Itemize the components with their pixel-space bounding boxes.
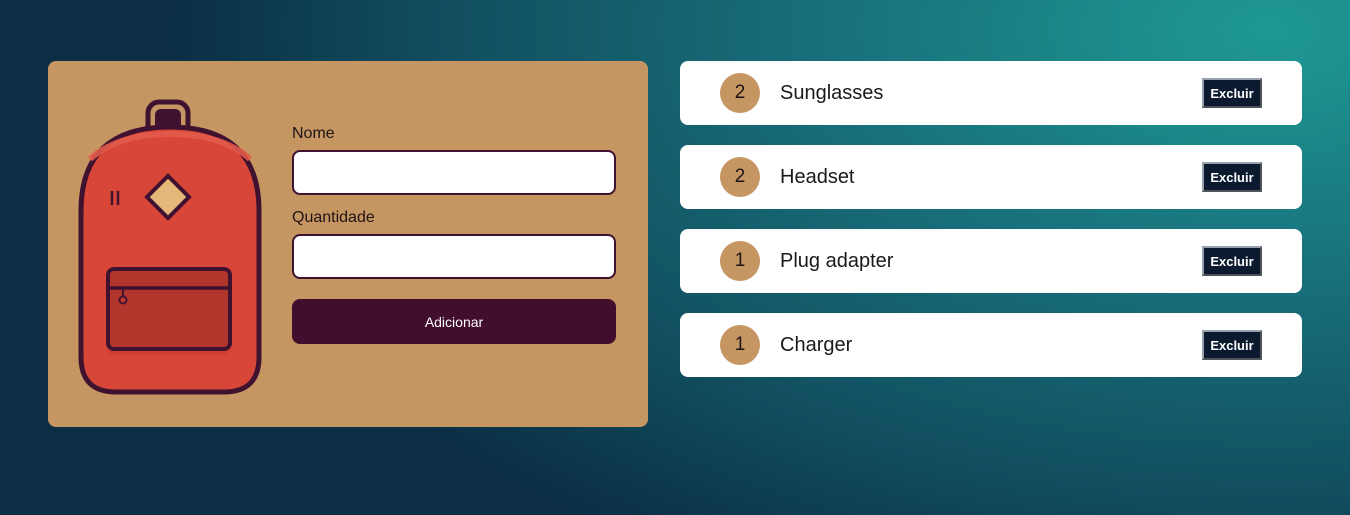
quantity-field-label: Quantidade [292,209,375,226]
quantity-badge: 1 [720,325,760,365]
delete-button[interactable]: Excluir [1202,330,1262,360]
item-name: Headset [780,166,855,188]
packing-list: 2 Sunglasses Excluir 2 Headset Excluir 1… [680,61,1302,397]
delete-button[interactable]: Excluir [1202,78,1262,108]
name-input[interactable] [292,150,616,195]
item-name: Plug adapter [780,250,894,272]
item-name: Sunglasses [780,82,884,104]
list-item: 2 Headset Excluir [680,145,1302,209]
quantity-badge: 1 [720,241,760,281]
quantity-input[interactable] [292,234,616,279]
backpack-illustration [78,99,262,395]
item-form-card: Nome Quantidade Adicionar [48,61,648,427]
list-item: 2 Sunglasses Excluir [680,61,1302,125]
name-field-label: Nome [292,125,335,142]
list-item: 1 Plug adapter Excluir [680,229,1302,293]
delete-button[interactable]: Excluir [1202,162,1262,192]
item-name: Charger [780,334,853,356]
item-form: Nome Quantidade Adicionar [292,125,616,344]
add-item-button[interactable]: Adicionar [292,299,616,344]
delete-button[interactable]: Excluir [1202,246,1262,276]
quantity-badge: 2 [720,157,760,197]
list-item: 1 Charger Excluir [680,313,1302,377]
quantity-badge: 2 [720,73,760,113]
